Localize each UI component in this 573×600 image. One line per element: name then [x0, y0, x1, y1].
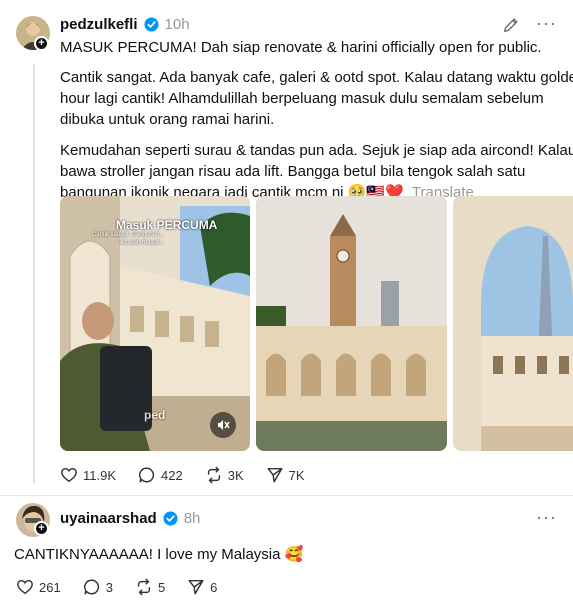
- heart-icon: [17, 579, 33, 595]
- post-text-line: bawa stroller jangan risau ada lift. Ban…: [60, 163, 526, 180]
- post-text-line: Kemudahan seperti surau & tandas pun ada…: [60, 142, 573, 159]
- reply-actions: 261 3 5 6: [16, 578, 239, 596]
- main-post: + pedzulkefli 10h ··· MASUK PERCUMA! Dah…: [0, 0, 573, 495]
- repost-button[interactable]: 5: [135, 578, 165, 596]
- like-count: 261: [39, 579, 61, 595]
- comment-count: 3: [105, 579, 113, 595]
- send-icon: [188, 579, 204, 595]
- post-divider: [0, 495, 573, 496]
- post-header: pedzulkefli 10h: [60, 16, 190, 33]
- verified-badge-icon: [143, 17, 159, 32]
- media-image-clock-tower: [256, 196, 447, 451]
- repost-button[interactable]: 3K: [205, 466, 244, 484]
- share-button[interactable]: 6: [187, 578, 217, 596]
- reply-time: 8h: [183, 510, 201, 527]
- media-caption-title: Masuk PERCUMA: [116, 218, 218, 232]
- reply-post: + uyainaarshad 8h ··· CANTIKNYAAAAAA! I …: [0, 497, 573, 600]
- comment-button[interactable]: 422: [138, 466, 183, 484]
- comment-count: 422: [161, 467, 183, 483]
- comment-button[interactable]: 3: [83, 578, 113, 596]
- more-options-icon[interactable]: ···: [536, 13, 557, 34]
- mute-button[interactable]: [210, 412, 236, 438]
- mute-icon: [218, 420, 230, 430]
- like-button[interactable]: 261: [16, 578, 61, 596]
- follow-plus-icon[interactable]: +: [34, 36, 49, 51]
- media-caption-sub: Cantik sangat. Bangunan...: [92, 232, 165, 238]
- repost-icon: [207, 466, 220, 484]
- thread-connector: [33, 64, 35, 484]
- comment-icon: [83, 579, 99, 595]
- main-post-actions: 11.9K 422 3K 7K: [60, 466, 327, 484]
- repost-icon: [137, 578, 151, 596]
- repost-count: 3K: [227, 467, 244, 483]
- share-button[interactable]: 7K: [266, 466, 305, 484]
- media-image-2[interactable]: [256, 196, 447, 451]
- media-watermark: ped: [144, 408, 166, 422]
- reply-text: CANTIKNYAAAAAA! I love my Malaysia 🥰: [14, 546, 304, 563]
- share-count: 6: [210, 579, 218, 595]
- media-image-3[interactable]: [453, 196, 573, 451]
- reply-header: uyainaarshad 8h: [60, 510, 200, 527]
- send-icon: [267, 467, 283, 483]
- verified-badge-icon: [163, 511, 178, 526]
- edit-icon[interactable]: [502, 16, 520, 34]
- heart-icon: [61, 467, 77, 483]
- follow-plus-icon[interactable]: +: [34, 521, 49, 536]
- media-video-1[interactable]: Masuk PERCUMA Cantik sangat. Bangunan...…: [60, 196, 250, 451]
- media-image-arch-view: [453, 196, 573, 451]
- post-time: 10h: [164, 16, 190, 33]
- username[interactable]: pedzulkefli: [60, 16, 138, 33]
- like-count: 11.9K: [83, 467, 117, 483]
- repost-count: 5: [157, 579, 166, 595]
- media-caption-sub: & boleh masuk...: [120, 240, 165, 246]
- post-text-line: Cantik sangat. Ada banyak cafe, galeri &…: [60, 69, 573, 86]
- more-options-icon[interactable]: ···: [536, 507, 557, 528]
- comment-icon: [139, 467, 155, 483]
- share-count: 7K: [288, 467, 305, 483]
- post-text-line: hour lagi cantik! Alhamdulillah berpelua…: [60, 90, 544, 107]
- username[interactable]: uyainaarshad: [60, 510, 157, 527]
- like-button[interactable]: 11.9K: [60, 466, 116, 484]
- post-first-line: MASUK PERCUMA! Dah siap renovate & harin…: [60, 39, 542, 56]
- post-text-line: dibuka untuk orang ramai harini.: [60, 111, 275, 128]
